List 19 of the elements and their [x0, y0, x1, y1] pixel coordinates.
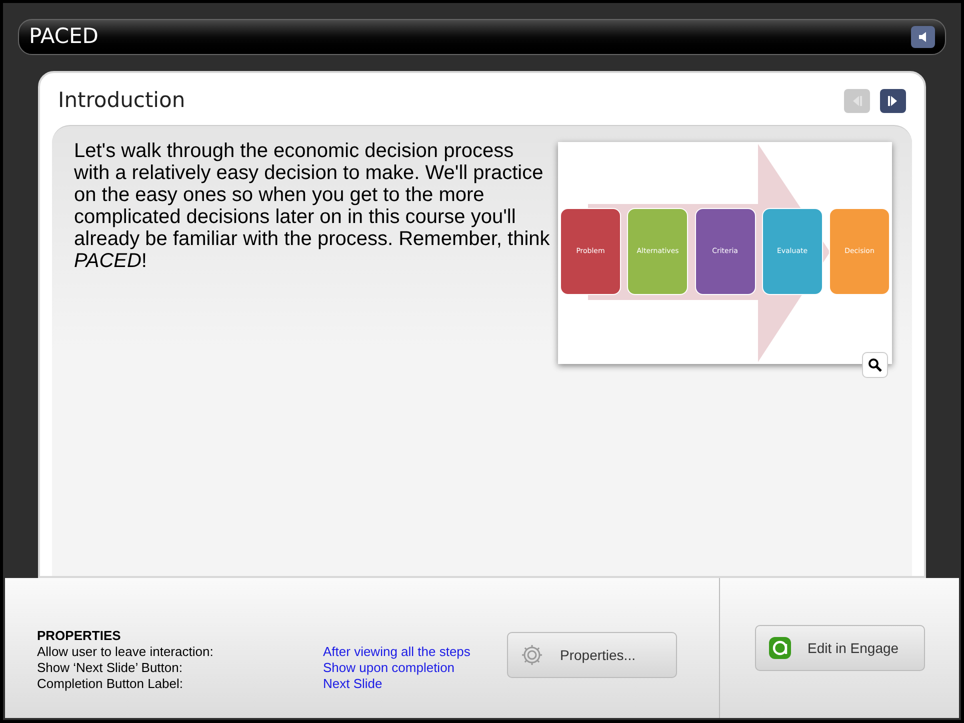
properties-heading: PROPERTIES: [37, 628, 122, 644]
property-value: After viewing all the steps: [323, 644, 470, 660]
property-label: Show ‘Next Slide’ Button:: [37, 660, 184, 676]
property-label: Allow user to leave interaction:: [37, 644, 214, 660]
letter-a-icon: [768, 636, 792, 660]
speaker-button[interactable]: [911, 26, 935, 48]
intro-paragraph: Let's walk through the economic decision process with a relatively easy decision to make. We'll practice on the easy ones so when you get to the more complicated decisions later on in this course you'll already be familiar with the process. Remember, think PACED!: [74, 140, 551, 274]
slide-title: Introduction: [58, 87, 186, 114]
property-value: Next Slide: [323, 676, 384, 692]
window-title: PACED: [29, 23, 98, 50]
edit-in-engage-button[interactable]: Edit in Engage: [754, 625, 924, 671]
zoom-button[interactable]: [862, 352, 888, 378]
speaker-icon: [917, 31, 929, 43]
property-label: Completion Button Label:: [37, 676, 184, 692]
search-icon: [868, 358, 882, 372]
next-button[interactable]: [880, 88, 906, 113]
properties-button[interactable]: Properties...: [507, 632, 677, 678]
property-value: Show upon completion: [323, 660, 456, 676]
gear-icon: [520, 643, 544, 667]
